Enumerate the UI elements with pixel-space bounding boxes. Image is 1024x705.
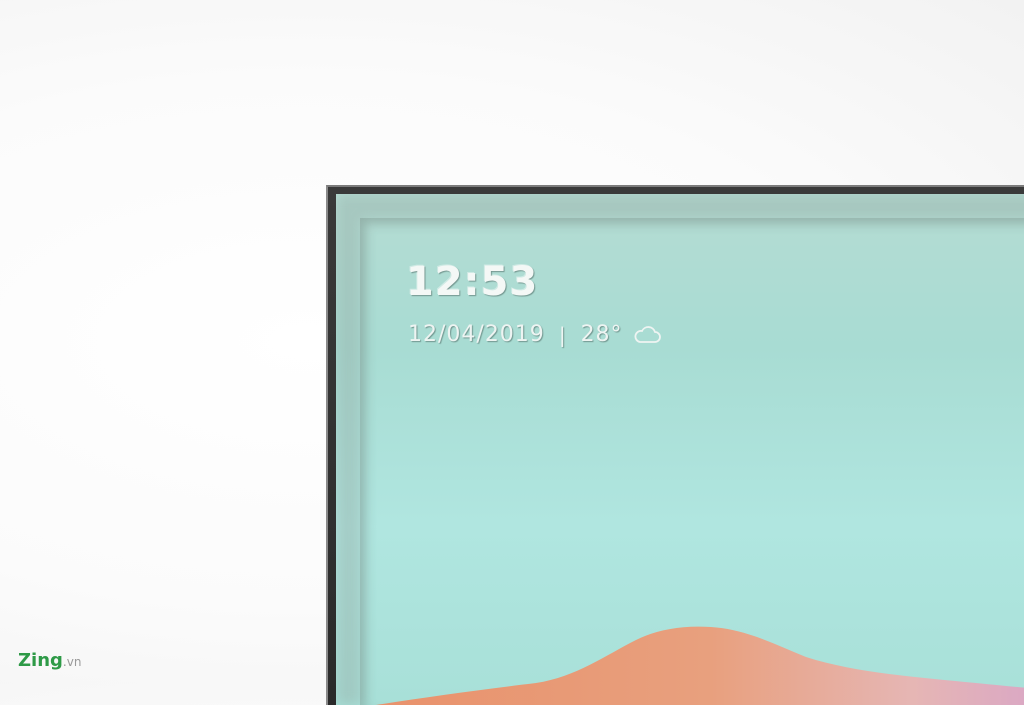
cloud-icon [634,325,661,343]
logo-suffix: .vn [62,655,82,669]
temperature-text: 28° [580,322,623,347]
date-text: 12/04/2019 [408,322,545,347]
date-weather-row: 12/04/2019 | 28° [408,322,661,347]
logo-brand: Zing [18,650,63,671]
clock-time: 12:53 [406,259,539,305]
tv-screen: 12:53 12/04/2019 | 28° [336,194,1024,705]
mountain-artwork [376,626,1024,705]
zing-logo: Zing.vn [18,650,81,671]
tv-frame: 12:53 12/04/2019 | 28° [326,185,1024,705]
separator: | [558,322,567,347]
